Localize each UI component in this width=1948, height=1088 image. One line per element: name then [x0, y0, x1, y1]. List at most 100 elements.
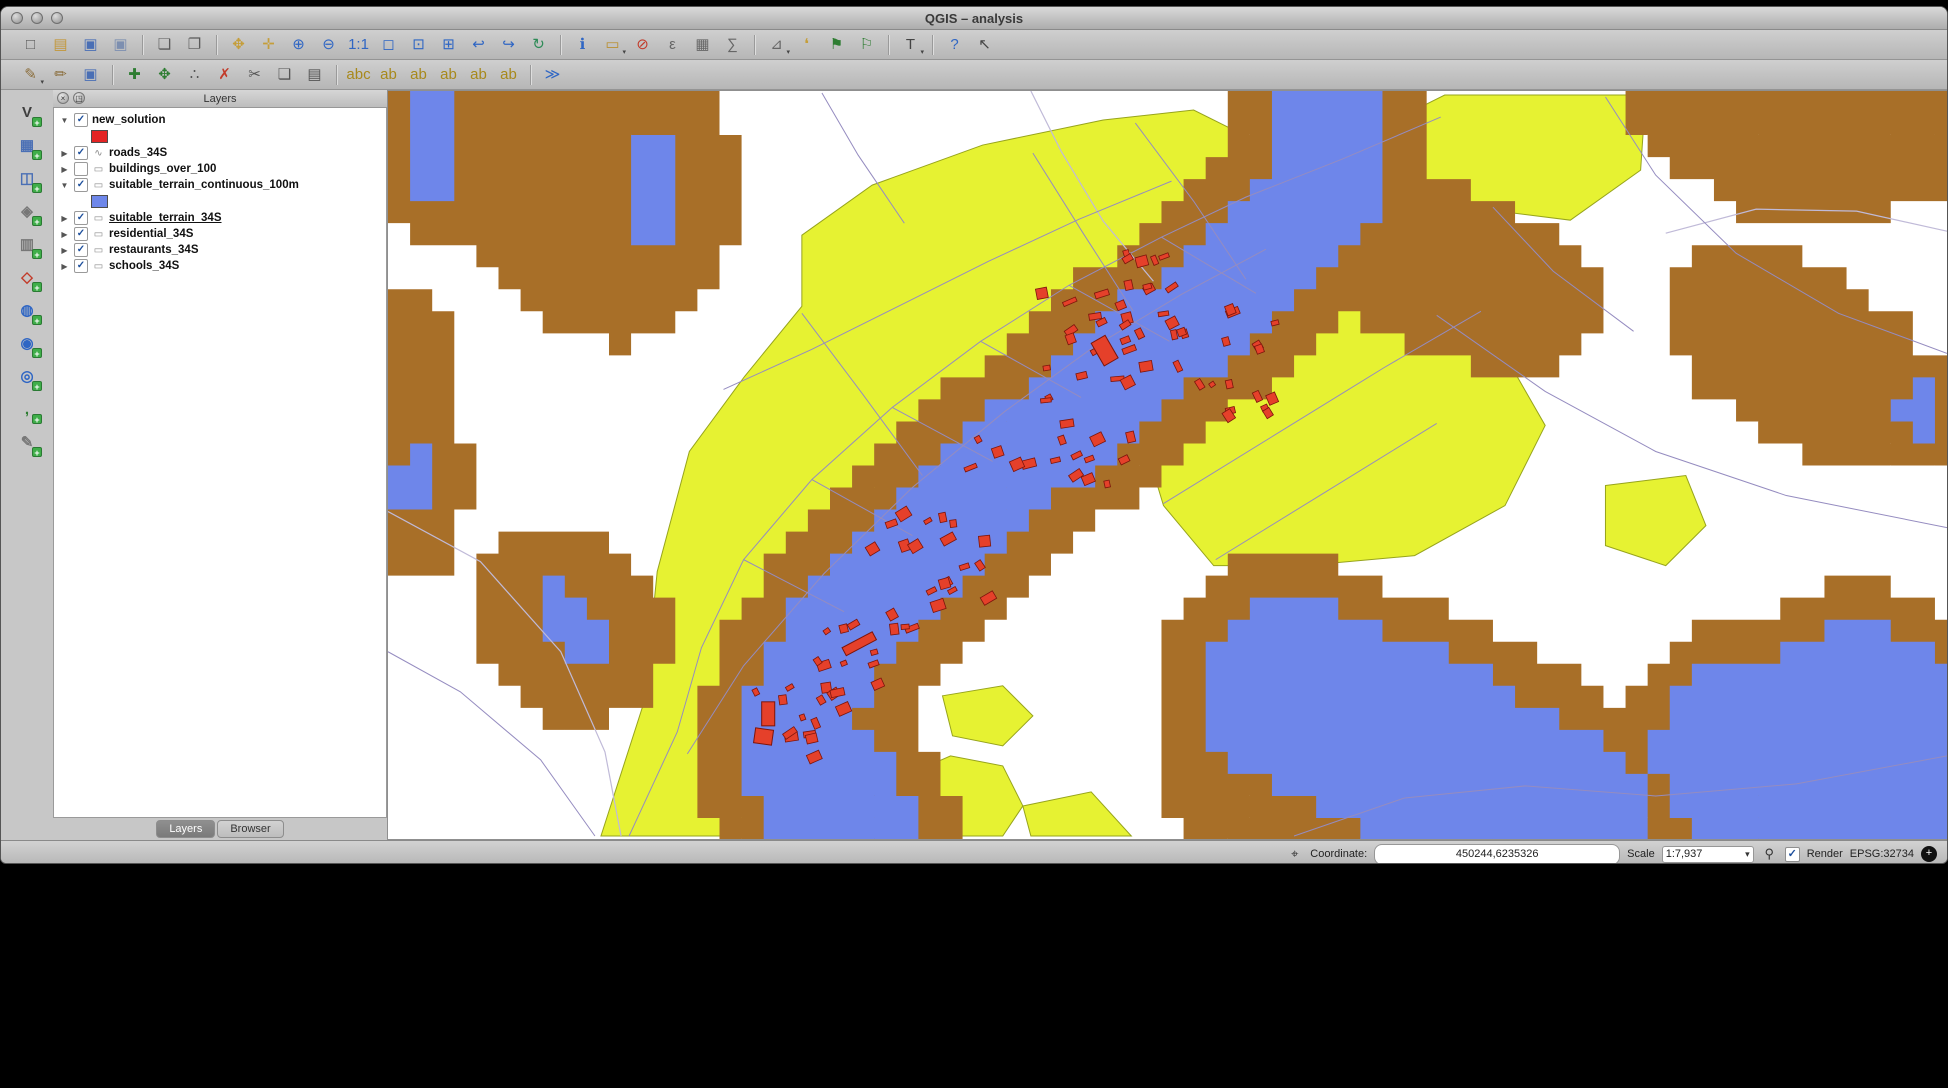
map-tips-button[interactable]: ❛ — [793, 32, 820, 57]
new-bookmark-button[interactable]: ⚑ — [823, 32, 850, 57]
expand-arrow-icon[interactable]: ▶ — [59, 230, 70, 239]
refresh-button[interactable]: ↻ — [525, 32, 552, 57]
layer-label[interactable]: suitable_terrain_34S — [109, 212, 222, 224]
add-wms-layer-button[interactable]: ◍ — [14, 298, 40, 323]
layer-item-buildings_over_100[interactable]: ▶▭buildings_over_100 — [54, 161, 386, 177]
zoom-to-selection-button[interactable]: ⊡ — [405, 32, 432, 57]
layer-label[interactable]: roads_34S — [109, 147, 167, 159]
expand-arrow-icon[interactable]: ▶ — [59, 149, 70, 158]
log-messages-button[interactable]: + — [1921, 846, 1937, 862]
expand-arrow-icon[interactable]: ▶ — [59, 165, 70, 174]
scale-combo[interactable]: 1:7,937 ▾ — [1662, 846, 1754, 863]
layer-visibility-checkbox[interactable]: ✓ — [74, 211, 88, 225]
copy-features-button[interactable]: ❏ — [271, 62, 298, 87]
delete-selected-button[interactable]: ✗ — [211, 62, 238, 87]
layer-item-residential_34S[interactable]: ▶✓▭residential_34S — [54, 226, 386, 242]
new-project-button[interactable]: □ — [17, 32, 44, 57]
add-mssql-layer-button[interactable]: ▥ — [14, 232, 40, 257]
expand-arrow-icon[interactable]: ▶ — [59, 214, 70, 223]
paste-features-button[interactable]: ▤ — [301, 62, 328, 87]
pin-unpin-labels-button[interactable]: ab — [405, 62, 432, 87]
layer-label[interactable]: suitable_terrain_continuous_100m — [109, 179, 299, 191]
pan-map-button[interactable]: ✥ — [225, 32, 252, 57]
deselect-features-button[interactable]: ⊘ — [629, 32, 656, 57]
layer-item-schools_34S[interactable]: ▶✓▭schools_34S — [54, 258, 386, 274]
layer-visibility-checkbox[interactable] — [74, 162, 88, 176]
zoom-native-button[interactable]: 1:1 — [345, 32, 372, 57]
tab-layers[interactable]: Layers — [156, 820, 215, 838]
show-hide-labels-button[interactable]: ab — [435, 62, 462, 87]
save-layer-edits-button[interactable]: ▣ — [77, 62, 104, 87]
layer-visibility-checkbox[interactable]: ✓ — [74, 146, 88, 160]
move-feature-button[interactable]: ✥ — [151, 62, 178, 87]
attribute-table-button[interactable]: ▦ — [689, 32, 716, 57]
current-edits-button[interactable]: ✎ — [17, 62, 44, 87]
layer-visibility-checkbox[interactable]: ✓ — [74, 178, 88, 192]
add-feature-button[interactable]: ✚ — [121, 62, 148, 87]
layer-item-suitable_terrain_34S[interactable]: ▶✓▭suitable_terrain_34S — [54, 210, 386, 226]
select-by-expression-button[interactable]: ε — [659, 32, 686, 57]
map-canvas[interactable] — [387, 90, 1947, 840]
select-features-button[interactable]: ▭ — [599, 32, 626, 57]
layer-label[interactable]: residential_34S — [109, 228, 193, 240]
title-bar[interactable]: QGIS – analysis — [1, 7, 1947, 30]
layer-visibility-checkbox[interactable]: ✓ — [74, 243, 88, 257]
zoom-in-button[interactable]: ⊕ — [285, 32, 312, 57]
scale-caret-icon[interactable]: ▾ — [1745, 849, 1750, 860]
add-vector-layer-button[interactable]: V — [14, 100, 40, 125]
add-spatialite-layer-button[interactable]: ◈ — [14, 199, 40, 224]
render-checkbox[interactable]: ✓ — [1785, 847, 1800, 862]
zoom-next-button[interactable]: ↪ — [495, 32, 522, 57]
zoom-out-button[interactable]: ⊖ — [315, 32, 342, 57]
composer-manager-button[interactable]: ❐ — [181, 32, 208, 57]
coordinate-input[interactable] — [1374, 844, 1620, 865]
add-postgis-layer-button[interactable]: ◫ — [14, 166, 40, 191]
tab-browser[interactable]: Browser — [217, 820, 283, 838]
node-tool-button[interactable]: ∴ — [181, 62, 208, 87]
cut-features-button[interactable]: ✂ — [241, 62, 268, 87]
layer-label[interactable]: restaurants_34S — [109, 244, 199, 256]
zoom-last-button[interactable]: ↩ — [465, 32, 492, 57]
change-label-button[interactable]: ab — [375, 62, 402, 87]
measure-button[interactable]: ⊿ — [763, 32, 790, 57]
new-composer-button[interactable]: ❏ — [151, 32, 178, 57]
zoom-to-layer-button[interactable]: ⊞ — [435, 32, 462, 57]
new-shapefile-layer-button[interactable]: ✎ — [14, 430, 40, 455]
labeling-options-button[interactable]: abc — [345, 62, 372, 87]
panel-float-button[interactable]: ◳ — [73, 92, 85, 104]
minimize-button[interactable] — [31, 12, 43, 24]
toggle-editing-button[interactable]: ✏ — [47, 62, 74, 87]
panel-close-button[interactable]: × — [57, 92, 69, 104]
layer-visibility-checkbox[interactable]: ✓ — [74, 259, 88, 273]
python-console-button[interactable]: ≫ — [539, 62, 566, 87]
add-wcs-layer-button[interactable]: ◉ — [14, 331, 40, 356]
collapse-arrow-icon[interactable]: ▼ — [59, 116, 70, 125]
save-project-as-button[interactable]: ▣ — [107, 32, 134, 57]
layer-visibility-checkbox[interactable]: ✓ — [74, 227, 88, 241]
layer-label[interactable]: schools_34S — [109, 260, 179, 272]
save-project-button[interactable]: ▣ — [77, 32, 104, 57]
layer-symbology-swatch[interactable] — [91, 130, 108, 143]
whats-this-button[interactable]: ↖ — [971, 32, 998, 57]
show-bookmarks-button[interactable]: ⚐ — [853, 32, 880, 57]
field-calculator-button[interactable]: ∑ — [719, 32, 746, 57]
text-annotation-button[interactable]: T — [897, 32, 924, 57]
collapse-arrow-icon[interactable]: ▼ — [59, 181, 70, 190]
layer-item-roads_34S[interactable]: ▶✓∿roads_34S — [54, 145, 386, 161]
layer-item-restaurants_34S[interactable]: ▶✓▭restaurants_34S — [54, 242, 386, 258]
move-rotate-label-button[interactable]: ab — [465, 62, 492, 87]
scale-magnifier-icon[interactable]: ⚲ — [1761, 846, 1778, 862]
pan-to-selection-button[interactable]: ✛ — [255, 32, 282, 57]
zoom-full-button[interactable]: ◻ — [375, 32, 402, 57]
identify-features-button[interactable]: ℹ — [569, 32, 596, 57]
open-project-button[interactable]: ▤ — [47, 32, 74, 57]
layer-label[interactable]: new_solution — [92, 114, 165, 126]
mouse-position-icon[interactable]: ⌖ — [1286, 846, 1303, 862]
layer-label[interactable]: buildings_over_100 — [109, 163, 216, 175]
add-oracle-layer-button[interactable]: ◇ — [14, 265, 40, 290]
change-label-properties-button[interactable]: ab — [495, 62, 522, 87]
close-button[interactable] — [11, 12, 23, 24]
layer-symbology-swatch[interactable] — [91, 195, 108, 208]
zoom-button[interactable] — [51, 12, 63, 24]
expand-arrow-icon[interactable]: ▶ — [59, 246, 70, 255]
